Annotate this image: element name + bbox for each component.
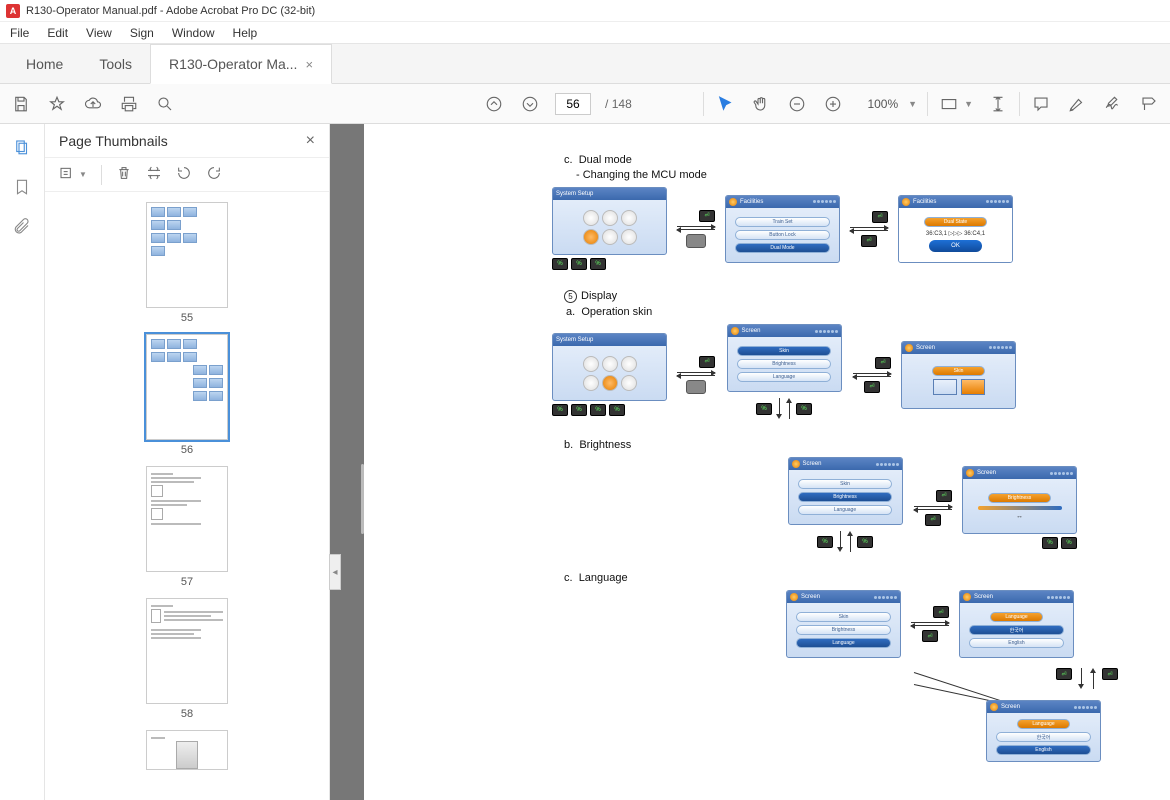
zoom-out-icon[interactable] (786, 93, 808, 115)
menu-sign[interactable]: Sign (130, 26, 154, 40)
screen-brightness: Screen Brightness ↔ (962, 466, 1077, 534)
selection-tool-icon[interactable] (714, 93, 736, 115)
thumbnail-57[interactable] (146, 466, 228, 572)
thumbnails-icon[interactable] (11, 136, 33, 158)
screen-display-menu: Screen Skin Brightness Language (727, 324, 842, 392)
screen-facilities: Facilities Train Set Button Lock Dual Mo… (725, 195, 840, 263)
thumbnails-list[interactable]: 55 56 (45, 192, 329, 800)
screen-system-setup: System Setup (552, 333, 667, 401)
menu-file[interactable]: File (10, 26, 29, 40)
tab-tools[interactable]: Tools (81, 44, 150, 83)
insert-page-icon[interactable] (146, 165, 162, 184)
menu-view[interactable]: View (86, 26, 112, 40)
star-icon[interactable] (46, 93, 68, 115)
thumbnails-panel: Page Thumbnails × ▼ 55 (45, 124, 330, 800)
collapse-handle-icon[interactable]: ◂ (329, 554, 341, 590)
tab-home[interactable]: Home (8, 44, 81, 83)
screen-language-alt: Screen Language 한국어 English (986, 700, 1101, 762)
document-viewport[interactable]: c. Dual mode - Changing the MCU mode Sys… (364, 124, 1170, 800)
screen-dual-state: Facilities Dual State 36:C3,1 ▷▷▷ 36:C4,… (898, 195, 1013, 263)
thumbnail-56[interactable] (146, 334, 228, 440)
comment-icon[interactable] (1030, 93, 1052, 115)
options-icon[interactable] (59, 165, 75, 184)
search-icon[interactable] (154, 93, 176, 115)
panel-title: Page Thumbnails (59, 133, 168, 149)
thumbnail-59[interactable] (146, 730, 228, 770)
rotate-cw-icon[interactable] (206, 165, 222, 184)
screen-display-menu: Screen Skin Brightness Language (788, 457, 903, 525)
thumbnail-58[interactable] (146, 598, 228, 704)
menu-window[interactable]: Window (172, 26, 215, 40)
chevron-down-icon[interactable]: ▼ (908, 99, 917, 109)
page-up-icon[interactable] (483, 93, 505, 115)
print-icon[interactable] (118, 93, 140, 115)
save-icon[interactable] (10, 93, 32, 115)
fit-width-icon[interactable] (938, 93, 960, 115)
highlight-icon[interactable] (1066, 93, 1088, 115)
thumbnail-label: 55 (181, 312, 193, 324)
page-down-icon[interactable] (519, 93, 541, 115)
hand-tool-icon[interactable] (750, 93, 772, 115)
title-bar: A R130-Operator Manual.pdf - Adobe Acrob… (0, 0, 1170, 22)
thumbnail-label: 58 (181, 708, 193, 720)
thumbnail-label: 57 (181, 576, 193, 588)
page-total-label: / 148 (605, 97, 632, 111)
menu-bar: File Edit View Sign Window Help (0, 22, 1170, 44)
rotate-ccw-icon[interactable] (176, 165, 192, 184)
left-rail (0, 124, 45, 800)
toolbar: / 148 ▼ ▼ (0, 84, 1170, 124)
zoom-select[interactable] (858, 97, 898, 111)
screen-language: Screen Language 한국어 English (959, 590, 1074, 658)
tab-document-label: R130-Operator Ma... (169, 56, 297, 72)
window-title: R130-Operator Manual.pdf - Adobe Acrobat… (26, 5, 315, 17)
chevron-down-icon[interactable]: ▼ (964, 99, 973, 109)
main-area: Page Thumbnails × ▼ 55 (0, 124, 1170, 800)
zoom-in-icon[interactable] (822, 93, 844, 115)
menu-edit[interactable]: Edit (47, 26, 68, 40)
page-number-input[interactable] (555, 93, 591, 115)
panel-tools: ▼ (45, 158, 329, 192)
close-icon[interactable]: × (305, 57, 313, 72)
bookmark-icon[interactable] (11, 176, 33, 198)
tab-document[interactable]: R130-Operator Ma... × (150, 44, 332, 84)
sign-icon[interactable] (1102, 93, 1124, 115)
page-content: c. Dual mode - Changing the MCU mode Sys… (364, 124, 1170, 702)
app-icon: A (6, 4, 20, 18)
document-gutter: ◂ (330, 124, 364, 800)
delete-icon[interactable] (116, 165, 132, 184)
screen-system-setup: System Setup (552, 187, 667, 255)
screen-display-menu: Screen Skin Brightness Language (786, 590, 901, 658)
attachment-icon[interactable] (11, 216, 33, 238)
cloud-upload-icon[interactable] (82, 93, 104, 115)
close-icon[interactable]: × (306, 132, 315, 150)
stamp-icon[interactable] (1138, 93, 1160, 115)
scroll-mode-icon[interactable] (987, 93, 1009, 115)
screen-skin-select: Screen Skin (901, 341, 1016, 409)
tab-bar: Home Tools R130-Operator Ma... × (0, 44, 1170, 84)
thumbnail-55[interactable] (146, 202, 228, 308)
menu-help[interactable]: Help (233, 26, 258, 40)
thumbnail-label: 56 (181, 444, 193, 456)
